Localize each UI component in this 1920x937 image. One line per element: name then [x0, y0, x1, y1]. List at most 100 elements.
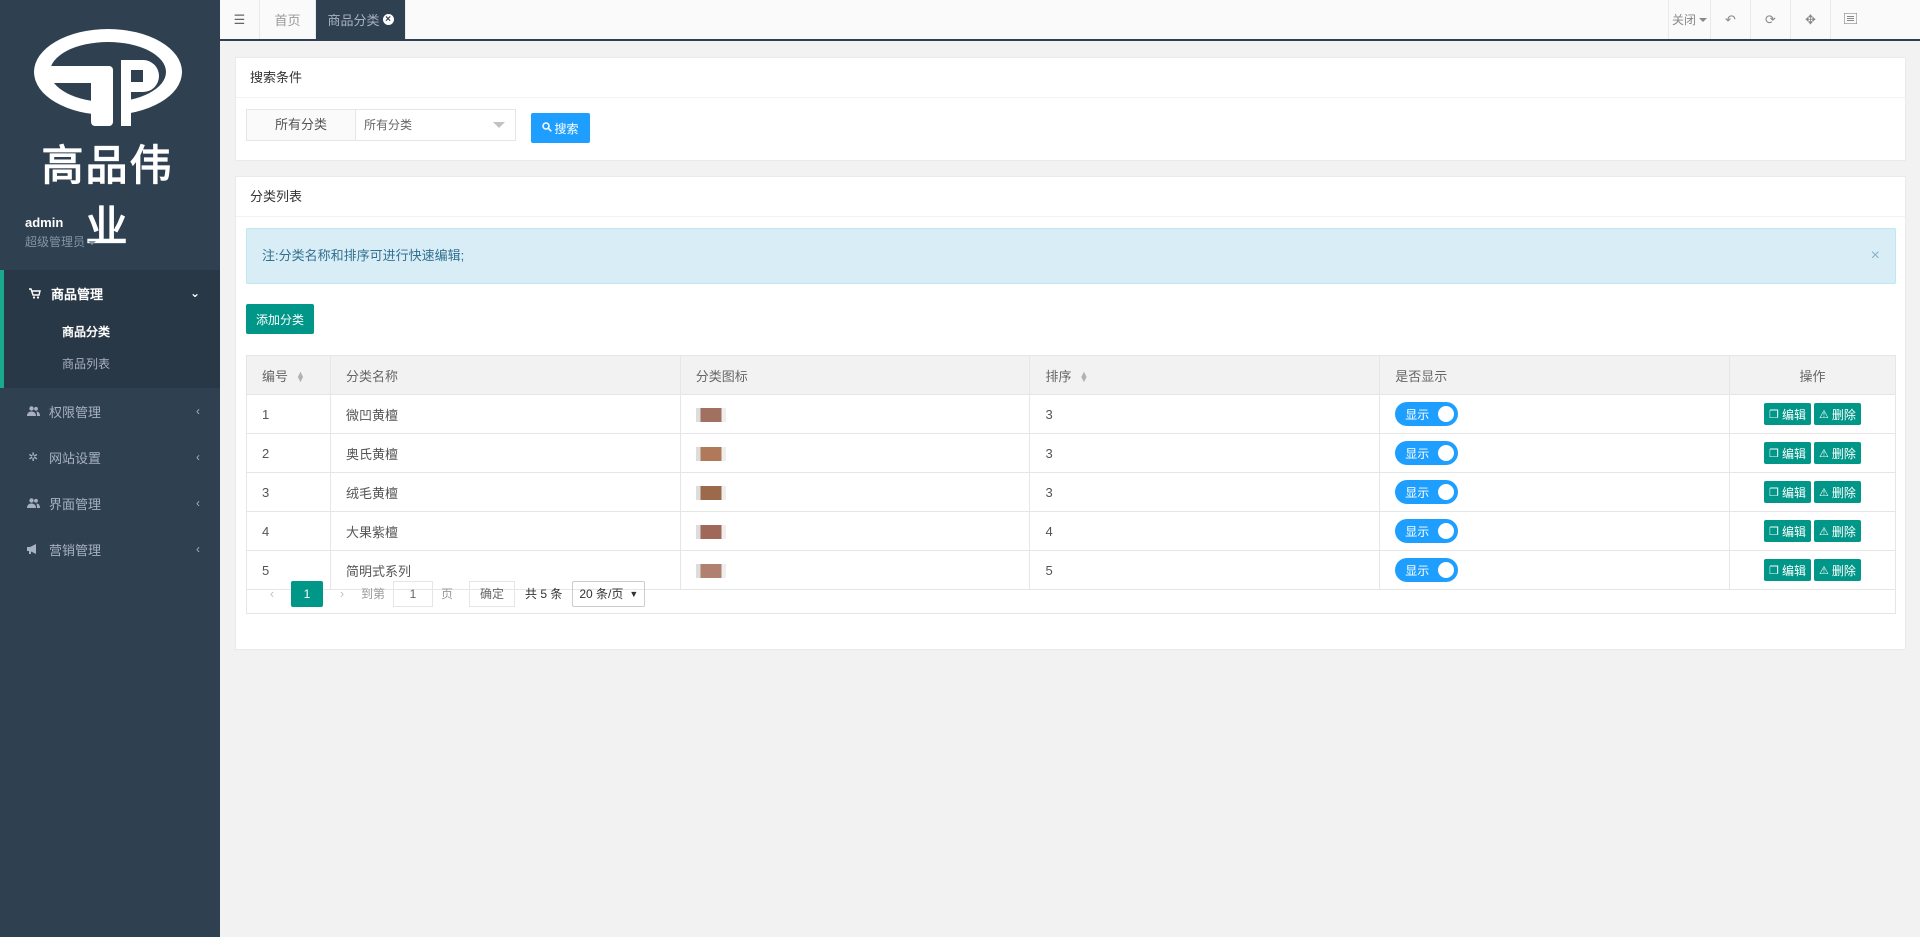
col-label: 分类名称 — [345, 368, 398, 384]
cell-id: 2 — [246, 433, 331, 473]
edit-label: 编辑 — [1782, 524, 1807, 539]
sidebar-item-label: 营销管理 — [49, 542, 102, 558]
refresh-button[interactable]: ⟳ — [1750, 0, 1790, 39]
visibility-toggle[interactable]: 显示 — [1395, 402, 1459, 426]
cell-actions: ❐ 编辑 ⚠ 删除 — [1729, 472, 1896, 512]
pagination: ‹ 1 › 到第 1 页 确定 共 5 条 20 条/页 ▼ — [246, 574, 1896, 614]
cart-icon — [27, 287, 43, 299]
table-row: 1 微凹黄檀 3 显示 ❐ 编辑 ⚠ 删除 — [246, 394, 1896, 434]
sidebar-item-goods-category[interactable]: 商品分类 — [4, 316, 220, 348]
users-icon — [25, 498, 41, 508]
cell-sort[interactable]: 3 — [1029, 433, 1381, 473]
delete-button[interactable]: ⚠ 删除 — [1814, 442, 1861, 464]
prev-page-icon[interactable]: ‹ — [261, 586, 283, 601]
submenu-goods: 商品分类 商品列表 — [4, 316, 220, 388]
cell-visible: 显示 — [1379, 511, 1731, 551]
close-icon[interactable]: × — [1871, 229, 1880, 283]
nav-group-permission: 权限管理 ‹ — [0, 388, 220, 434]
user-panel[interactable]: admin 超级管理员 — [25, 215, 97, 250]
cell-name[interactable]: 大果紫檀 — [329, 511, 681, 551]
theme-settings-button[interactable] — [1830, 0, 1870, 39]
col-header-sort[interactable]: 排序 ▲ ▼ — [1029, 355, 1381, 395]
delete-button[interactable]: ⚠ 删除 — [1814, 520, 1861, 542]
sidebar-item-permission[interactable]: 权限管理 ‹ — [0, 388, 220, 434]
edit-button[interactable]: ❐ 编辑 — [1764, 481, 1812, 503]
edit-button[interactable]: ❐ 编辑 — [1764, 520, 1812, 542]
sidebar-item-ui[interactable]: 界面管理 ‹ — [0, 480, 220, 526]
cell-icon — [679, 472, 1031, 512]
delete-button[interactable]: ⚠ 删除 — [1814, 481, 1861, 503]
visibility-toggle[interactable]: 显示 — [1395, 519, 1459, 543]
visibility-toggle[interactable]: 显示 — [1395, 441, 1459, 465]
cell-name[interactable]: 绒毛黄檀 — [329, 472, 681, 512]
sidebar-item-site-settings[interactable]: ✲ 网站设置 ‹ — [0, 434, 220, 480]
category-select[interactable]: 所有分类 — [356, 109, 516, 141]
category-filter: 所有分类 所有分类 — [246, 109, 516, 141]
sidebar-item-label: 商品管理 — [51, 286, 104, 302]
cell-sort[interactable]: 3 — [1029, 394, 1381, 434]
bullhorn-icon — [25, 544, 41, 554]
toggle-label: 显示 — [1405, 485, 1430, 500]
category-filter-label: 所有分类 — [246, 109, 356, 141]
sort-icon[interactable]: ▲ ▼ — [296, 370, 305, 384]
edit-button[interactable]: ❐ 编辑 — [1764, 403, 1812, 425]
move-icon: ✥ — [1805, 11, 1816, 27]
copy-icon: ❐ — [1769, 408, 1779, 421]
cell-sort[interactable]: 4 — [1029, 511, 1381, 551]
add-category-button[interactable]: 添加分类 — [246, 304, 314, 334]
nav-group-ui: 界面管理 ‹ — [0, 480, 220, 526]
category-list-panel: 分类列表 注:分类名称和排序可进行快速编辑; × 添加分类 编号 ▲ ▼ 分类名称 … — [235, 176, 1906, 650]
col-header-id[interactable]: 编号 ▲ ▼ — [246, 355, 331, 395]
refresh-icon: ⟳ — [1765, 11, 1776, 27]
users-icon — [25, 406, 41, 416]
warning-icon: ⚠ — [1819, 525, 1829, 538]
sidebar-item-goods[interactable]: 商品管理 ⌄ — [4, 270, 220, 316]
cell-name[interactable]: 奥氏黄檀 — [329, 433, 681, 473]
sidebar-item-marketing[interactable]: 营销管理 ‹ — [0, 526, 220, 572]
page-size-select[interactable]: 20 条/页 ▼ — [572, 580, 646, 607]
visibility-toggle[interactable]: 显示 — [1395, 480, 1459, 504]
chevron-left-icon: ‹ — [196, 450, 200, 464]
delete-label: 删除 — [1831, 524, 1856, 539]
list-panel-title: 分类列表 — [236, 177, 1905, 217]
page-jump-confirm-button[interactable]: 确定 — [469, 580, 516, 607]
undo-icon: ↶ — [1725, 11, 1736, 27]
edit-label: 编辑 — [1782, 446, 1807, 461]
page-current[interactable]: 1 — [291, 580, 323, 607]
delete-button[interactable]: ⚠ 删除 — [1814, 403, 1861, 425]
fullscreen-button[interactable]: ✥ — [1790, 0, 1830, 39]
col-label: 编号 — [262, 368, 289, 384]
caret-down-icon — [88, 240, 97, 245]
tab-goods-category[interactable]: 商品分类 × — [316, 0, 406, 39]
close-tab-icon[interactable]: × — [382, 14, 394, 25]
next-page-icon[interactable]: › — [331, 586, 353, 601]
menu-toggle-button[interactable]: ☰ — [220, 0, 260, 39]
cell-icon — [679, 394, 1031, 434]
sidebar-item-goods-list[interactable]: 商品列表 — [4, 348, 220, 380]
delete-label: 删除 — [1831, 407, 1856, 422]
edit-button[interactable]: ❐ 编辑 — [1764, 442, 1812, 464]
back-button[interactable]: ↶ — [1710, 0, 1750, 39]
tab-home[interactable]: 首页 — [260, 0, 316, 39]
chevron-left-icon: ‹ — [196, 404, 200, 418]
col-label: 是否显示 — [1395, 368, 1448, 384]
cell-name[interactable]: 微凹黄檀 — [329, 394, 681, 434]
close-tabs-dropdown[interactable]: 关闭 — [1668, 0, 1710, 39]
user-role-dropdown[interactable]: 超级管理员 — [25, 233, 97, 250]
cell-sort[interactable]: 3 — [1029, 472, 1381, 512]
table-row: 3 绒毛黄檀 3 显示 ❐ 编辑 ⚠ 删除 — [246, 472, 1896, 512]
col-header-visible: 是否显示 — [1379, 355, 1731, 395]
copy-icon: ❐ — [1769, 525, 1779, 538]
cell-visible: 显示 — [1379, 472, 1731, 512]
nav-group-site-settings: ✲ 网站设置 ‹ — [0, 434, 220, 480]
search-button[interactable]: 搜索 — [531, 113, 590, 143]
table-header-row: 编号 ▲ ▼ 分类名称 分类图标 排序 ▲ ▼ 是否显示 操作 — [246, 355, 1896, 395]
page-jump-input[interactable]: 1 — [393, 580, 434, 607]
search-panel-title: 搜索条件 — [236, 58, 1905, 98]
user-name: admin — [25, 215, 64, 230]
sort-icon[interactable]: ▲ ▼ — [1079, 370, 1088, 384]
chevron-left-icon: ‹ — [196, 542, 200, 556]
gear-icon: ✲ — [27, 450, 39, 464]
table-row: 2 奥氏黄檀 3 显示 ❐ 编辑 ⚠ 删除 — [246, 433, 1896, 473]
chevron-left-icon: ‹ — [196, 496, 200, 510]
